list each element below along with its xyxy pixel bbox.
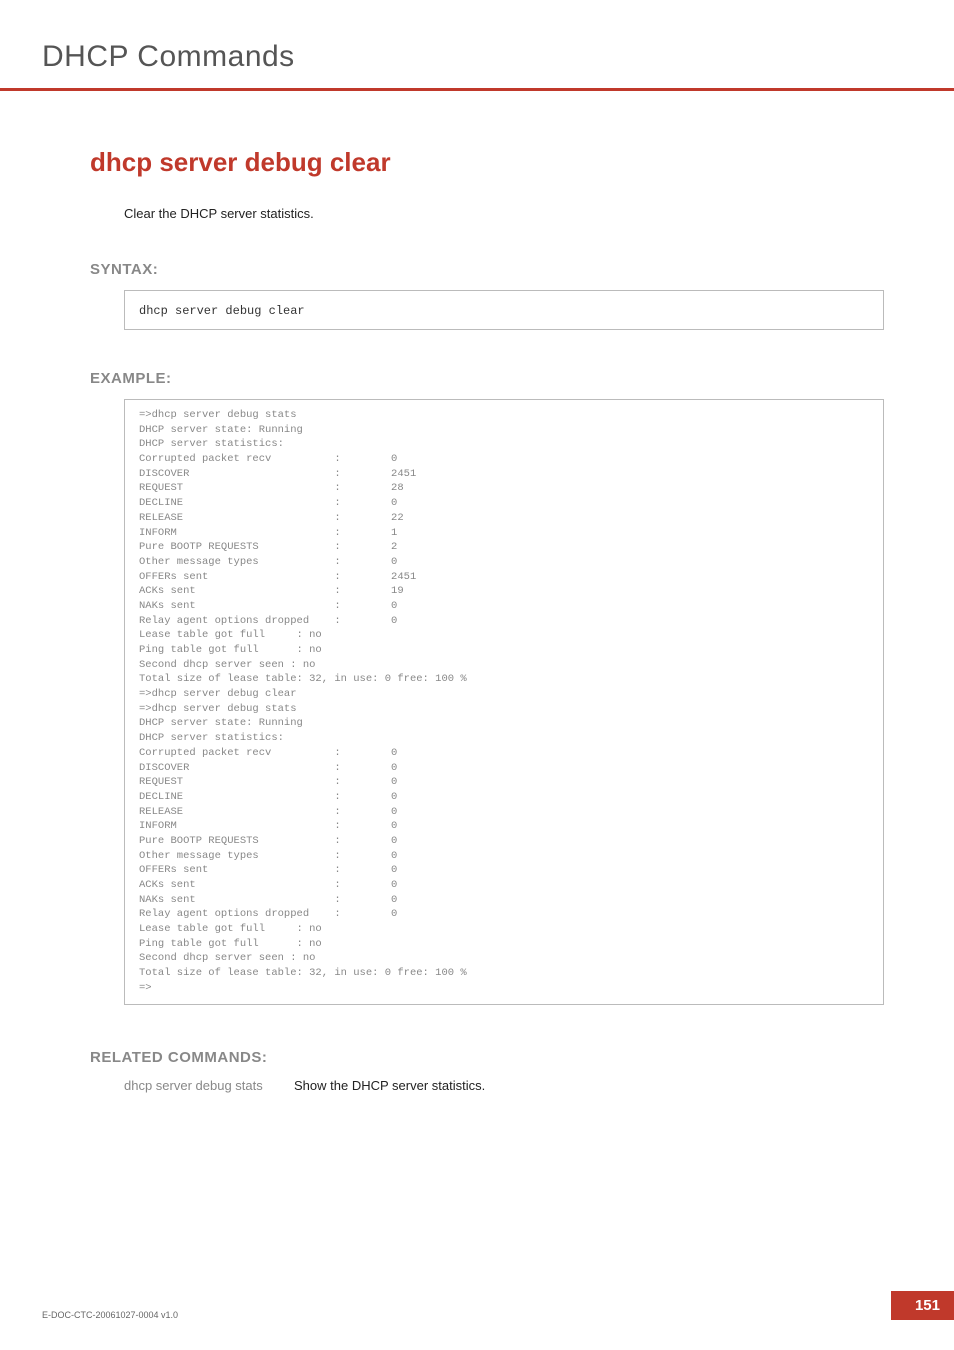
related-command-row: dhcp server debug stats Show the DHCP se… [124, 1078, 894, 1093]
syntax-code: dhcp server debug clear [139, 304, 305, 318]
footer: E-DOC-CTC-20061027-0004 v1.0 151 [42, 1291, 894, 1320]
command-description: Clear the DHCP server statistics. [124, 206, 894, 221]
example-box: =>dhcp server debug stats DHCP server st… [124, 399, 884, 1005]
page-header-title: DHCP Commands [42, 40, 894, 74]
related-command-name: dhcp server debug stats [124, 1078, 294, 1093]
header-divider [0, 88, 954, 91]
related-command-desc: Show the DHCP server statistics. [294, 1078, 485, 1093]
example-output: =>dhcp server debug stats DHCP server st… [139, 408, 869, 996]
example-label: EXAMPLE: [90, 370, 894, 387]
related-label: RELATED COMMANDS: [90, 1049, 894, 1066]
syntax-box: dhcp server debug clear [124, 290, 884, 330]
page-number: 151 [891, 1291, 954, 1320]
syntax-label: SYNTAX: [90, 261, 894, 278]
command-title: dhcp server debug clear [90, 147, 894, 178]
doc-id: E-DOC-CTC-20061027-0004 v1.0 [42, 1310, 178, 1320]
